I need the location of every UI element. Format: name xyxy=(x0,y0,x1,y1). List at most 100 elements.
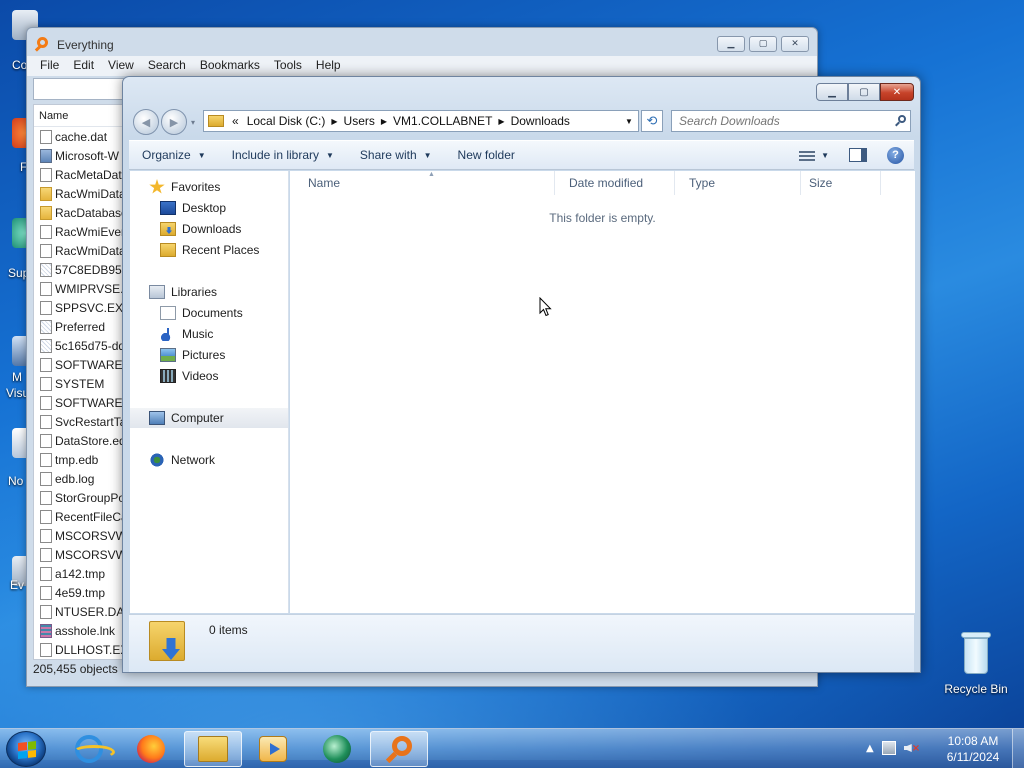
desktop-icon-recycle-bin[interactable]: Recycle Bin xyxy=(940,630,1012,696)
address-bar[interactable]: « Local Disk (C:) ▶ Users ▶ VM1.COLLABNE… xyxy=(203,110,639,132)
menu-tools[interactable]: Tools xyxy=(267,56,309,76)
breadcrumb-user-folder[interactable]: VM1.COLLABNET xyxy=(389,114,496,128)
recent-pages-dropdown[interactable]: ▾ xyxy=(191,118,195,127)
list-item-name: RecentFileCa xyxy=(55,509,128,524)
nav-documents[interactable]: Documents xyxy=(160,303,243,323)
maximize-button[interactable]: ▢ xyxy=(848,83,880,101)
help-icon[interactable]: ? xyxy=(887,146,904,164)
include-in-library-button[interactable]: Include in library ▼ xyxy=(219,148,347,162)
clock-date: 6/11/2024 xyxy=(946,750,1000,764)
breadcrumb-downloads[interactable]: Downloads xyxy=(507,114,574,128)
list-item-name: 5c165d75-dd xyxy=(55,338,126,353)
nav-computer[interactable]: Computer xyxy=(130,408,288,428)
nav-pictures[interactable]: Pictures xyxy=(160,345,225,365)
close-button[interactable]: ✕ xyxy=(781,36,809,52)
file-file-icon xyxy=(40,243,52,258)
nav-videos[interactable]: Videos xyxy=(160,366,218,386)
menu-search[interactable]: Search xyxy=(141,56,193,76)
explorer-window[interactable]: ▁ ▢ ✕ ◀ ▶ ▾ « Local Disk (C:) ▶ Users ▶ … xyxy=(122,76,921,673)
list-item-name: cache.dat xyxy=(55,129,108,144)
file-file-icon xyxy=(40,167,52,182)
everything-title: Everything xyxy=(57,38,114,52)
close-button[interactable]: ✕ xyxy=(880,83,914,101)
volume-muted-icon[interactable] xyxy=(904,741,920,755)
nav-favorites[interactable]: Favorites xyxy=(149,177,220,197)
details-pane: 0 items xyxy=(129,614,914,672)
file-file-icon xyxy=(40,585,52,600)
search-icon xyxy=(895,115,907,127)
nav-downloads[interactable]: Downloads xyxy=(160,219,241,239)
column-header-name[interactable]: Name xyxy=(290,171,555,195)
maximize-button[interactable]: ▢ xyxy=(749,36,777,52)
share-with-button[interactable]: Share with ▼ xyxy=(347,148,445,162)
taskbar-media-player[interactable] xyxy=(244,731,302,767)
minimize-button[interactable]: ▁ xyxy=(717,36,745,52)
column-header-date-modified[interactable]: Date modified xyxy=(555,171,675,195)
show-hidden-icons-button[interactable]: ▲ xyxy=(866,743,874,754)
clock[interactable]: 10:08 AM 6/11/2024 xyxy=(942,733,1004,765)
column-header-type[interactable]: Type xyxy=(675,171,801,195)
mouse-cursor-icon xyxy=(539,297,552,317)
item-count: 0 items xyxy=(209,623,248,637)
menu-bookmarks[interactable]: Bookmarks xyxy=(193,56,267,76)
nav-music[interactable]: Music xyxy=(160,324,213,344)
taskbar-internet-explorer[interactable] xyxy=(60,731,118,767)
list-item-name: asshole.lnk xyxy=(55,623,116,638)
file-file-icon xyxy=(40,300,52,315)
file-list[interactable]: Name ▲ Date modified Type Size This fold… xyxy=(290,171,915,613)
nav-desktop[interactable]: Desktop xyxy=(160,198,226,218)
nav-libraries[interactable]: Libraries xyxy=(149,282,217,302)
explorer-window-controls: ▁ ▢ ✕ xyxy=(816,83,914,101)
list-item-name: RacDatabase xyxy=(55,205,128,220)
list-item-name: RacWmiEven xyxy=(55,224,128,239)
breadcrumb-separator-icon[interactable]: ▶ xyxy=(329,117,339,126)
breadcrumb-users[interactable]: Users xyxy=(340,114,379,128)
desktop-icon-label: Ev xyxy=(10,578,25,592)
desktop-icon-label: No xyxy=(8,474,24,488)
breadcrumb-local-disk[interactable]: Local Disk (C:) xyxy=(243,114,330,128)
chevron-down-icon: ▼ xyxy=(197,150,206,160)
action-center-icon[interactable] xyxy=(881,741,896,755)
menu-file[interactable]: File xyxy=(33,56,66,76)
column-header-size[interactable]: Size xyxy=(801,171,881,195)
view-details-icon xyxy=(799,149,816,161)
organize-label: Organize xyxy=(142,148,191,162)
show-desktop-button[interactable] xyxy=(1012,729,1024,768)
everything-titlebar[interactable]: Everything xyxy=(34,36,114,54)
new-folder-button[interactable]: New folder xyxy=(445,148,528,162)
nav-recent-places[interactable]: Recent Places xyxy=(160,240,259,260)
taskbar-everything[interactable] xyxy=(370,731,428,767)
menu-edit[interactable]: Edit xyxy=(66,56,101,76)
menu-help[interactable]: Help xyxy=(309,56,348,76)
organize-button[interactable]: Organize ▼ xyxy=(129,148,219,162)
list-item-name: StorGroupPo xyxy=(55,490,126,505)
list-item-name: 57C8EDB95D xyxy=(55,262,131,277)
libraries-icon xyxy=(149,285,165,299)
breadcrumb-overflow[interactable]: « xyxy=(228,114,243,128)
search-box[interactable] xyxy=(671,110,911,132)
everything-menubar: File Edit View Search Bookmarks Tools He… xyxy=(27,56,817,76)
navigation-pane[interactable]: Favorites Desktop Downloads Recent Place… xyxy=(130,171,289,613)
breadcrumb-separator-icon[interactable]: ▶ xyxy=(496,117,506,126)
cfg-file-icon xyxy=(40,338,52,353)
taskbar-firefox[interactable] xyxy=(122,731,180,767)
change-view-button[interactable]: ▼ xyxy=(799,149,829,161)
address-dropdown-icon[interactable]: ▼ xyxy=(620,117,638,126)
file-file-icon xyxy=(40,547,52,562)
forward-button[interactable]: ▶ xyxy=(161,109,187,135)
forward-arrow-icon: ▶ xyxy=(169,115,179,129)
minimize-button[interactable]: ▁ xyxy=(816,83,848,101)
refresh-button[interactable]: ⟲ xyxy=(641,110,663,132)
menu-view[interactable]: View xyxy=(101,56,141,76)
taskbar-green-ball-app[interactable] xyxy=(308,731,366,767)
preview-pane-icon[interactable] xyxy=(849,148,867,162)
back-button[interactable]: ◀ xyxy=(133,109,159,135)
search-input[interactable] xyxy=(679,114,892,128)
breadcrumb-separator-icon[interactable]: ▶ xyxy=(379,117,389,126)
taskbar-windows-explorer[interactable] xyxy=(184,731,242,767)
nav-network[interactable]: Network xyxy=(149,450,215,470)
pictures-icon xyxy=(160,348,176,362)
nav-computer-label: Computer xyxy=(171,411,224,425)
search-button[interactable] xyxy=(892,115,910,127)
start-button[interactable] xyxy=(6,731,46,767)
